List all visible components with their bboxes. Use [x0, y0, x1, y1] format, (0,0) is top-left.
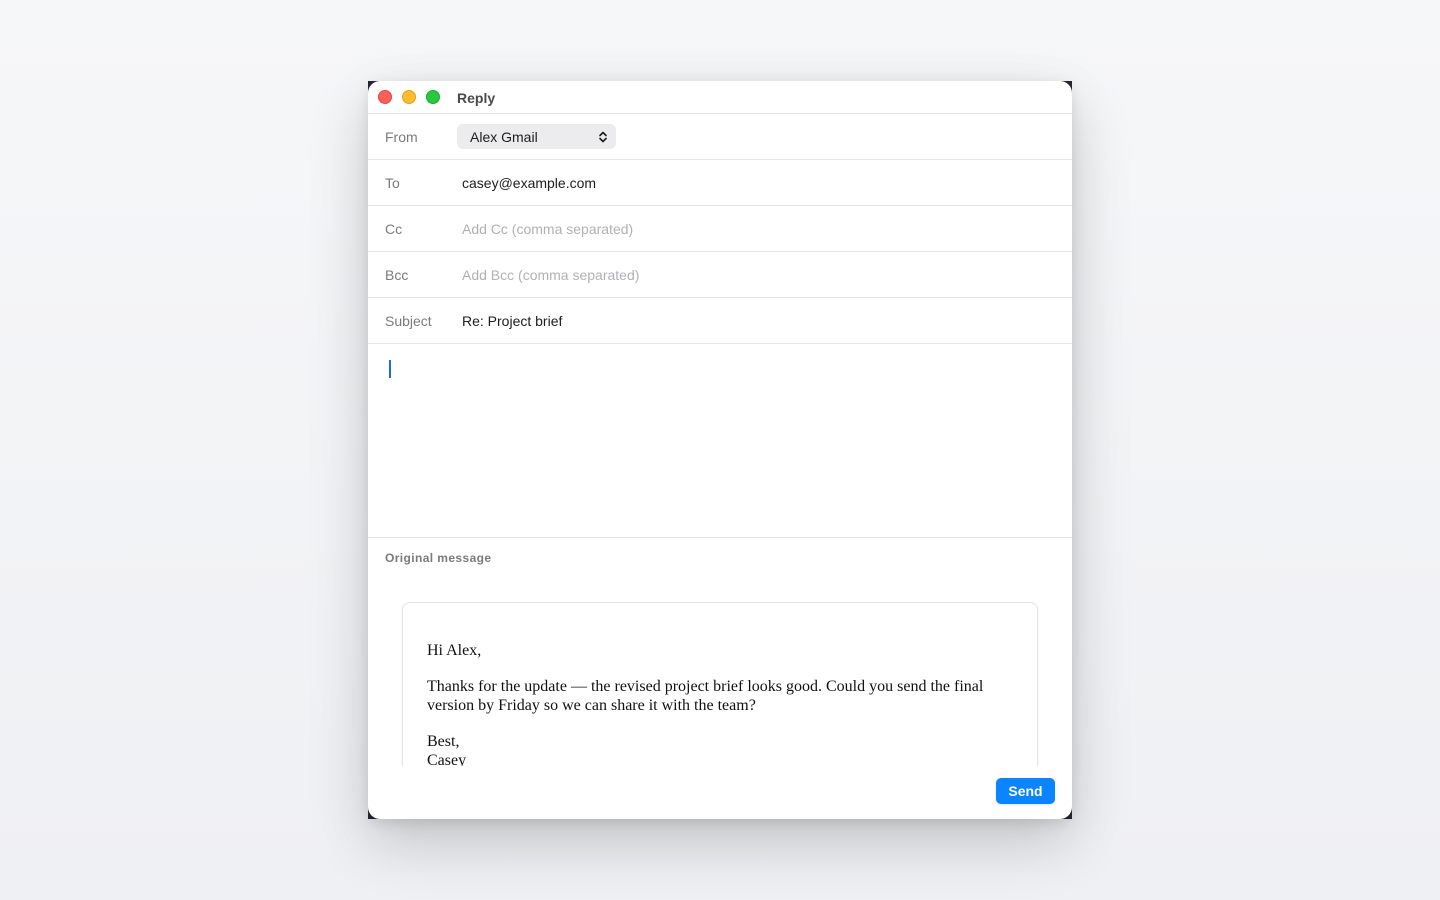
- text-caret: [389, 360, 391, 378]
- original-message-scroll-area[interactable]: Hi Alex, Thanks for the update — the rev…: [368, 581, 1072, 766]
- to-field[interactable]: casey@example.com: [462, 175, 596, 191]
- window-title: Reply: [457, 90, 496, 106]
- from-label: From: [385, 129, 418, 145]
- zoom-window-button[interactable]: [426, 90, 440, 104]
- original-message-greeting: Hi Alex,: [427, 642, 482, 659]
- from-row: From Alex Gmail: [368, 114, 1072, 160]
- cc-label: Cc: [385, 221, 403, 237]
- title-bar: Reply: [368, 81, 1072, 114]
- original-message-body: Thanks for the update — the revised proj…: [427, 678, 984, 714]
- from-account-value: Alex Gmail: [470, 129, 538, 145]
- subject-label: Subject: [385, 313, 432, 329]
- close-window-button[interactable]: [378, 90, 392, 104]
- from-account-select[interactable]: Alex Gmail: [457, 124, 616, 149]
- bcc-field[interactable]: Add Bcc (comma separated): [462, 267, 639, 283]
- cc-field[interactable]: Add Cc (comma separated): [462, 221, 633, 237]
- original-message-signature: Casey: [427, 752, 467, 766]
- send-button[interactable]: Send: [996, 778, 1055, 804]
- original-message-card: Hi Alex, Thanks for the update — the rev…: [402, 602, 1038, 766]
- minimize-window-button[interactable]: [402, 90, 416, 104]
- cc-row: Cc Add Cc (comma separated): [368, 206, 1072, 252]
- to-label: To: [385, 175, 400, 191]
- original-message-closing: Best,: [427, 733, 460, 750]
- bcc-label: Bcc: [385, 267, 409, 283]
- message-body-editor[interactable]: [368, 343, 1072, 538]
- bcc-row: Bcc Add Bcc (comma separated): [368, 252, 1072, 298]
- original-message-text: Hi Alex, Thanks for the update — the rev…: [427, 641, 1007, 766]
- original-message-label: Original message: [385, 551, 492, 565]
- subject-field[interactable]: Re: Project brief: [462, 313, 562, 329]
- chevron-up-down-icon: [599, 131, 607, 143]
- reply-window: Reply From Alex Gmail To casey@example.c…: [368, 81, 1072, 819]
- to-row: To casey@example.com: [368, 160, 1072, 206]
- subject-row: Subject Re: Project brief: [368, 298, 1072, 344]
